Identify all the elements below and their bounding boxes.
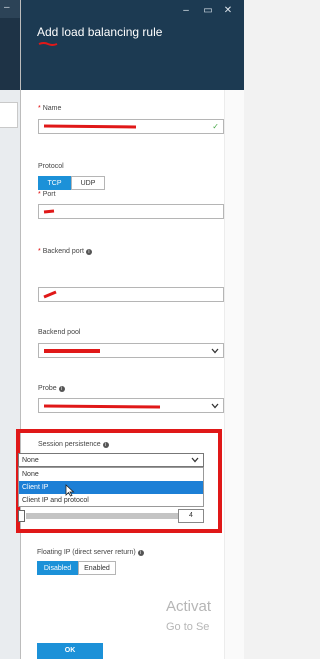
redacted-backend-pool-value (44, 349, 100, 353)
activation-watermark-subtitle: Go to Se (166, 621, 210, 633)
probe-label: Probe i (38, 384, 65, 393)
backend-pool-select[interactable] (38, 343, 224, 358)
maximize-icon[interactable]: ▭ (201, 4, 215, 18)
minimize-icon[interactable]: ‒ (179, 4, 193, 18)
port-label: * Port (38, 191, 56, 198)
backend-port-field[interactable] (38, 287, 224, 302)
option-none[interactable]: None (19, 468, 203, 481)
redacted-name-value (43, 124, 137, 129)
background-blade: ‒ (0, 0, 20, 659)
option-client-ip-and-protocol[interactable]: Client IP and protocol (19, 494, 203, 507)
background-blade-header: ‒ (0, 0, 20, 90)
blade-scrollbar[interactable] (224, 90, 244, 659)
idle-timeout-slider[interactable] (18, 510, 196, 522)
info-icon[interactable]: i (85, 249, 92, 255)
protocol-udp-button[interactable]: UDP (71, 176, 105, 190)
backend-port-label: * Backend port i (38, 247, 92, 256)
info-icon[interactable]: i (58, 386, 65, 392)
session-persistence-select[interactable]: None (18, 453, 204, 467)
idle-timeout-value[interactable]: 4 (178, 509, 204, 523)
session-persistence-selected-value: None (22, 457, 39, 464)
background-blade-panel (0, 102, 18, 128)
chevron-down-icon (211, 403, 219, 409)
protocol-tcp-button[interactable]: TCP (38, 176, 71, 190)
chevron-down-icon (191, 457, 199, 463)
chevron-down-icon (211, 348, 219, 354)
port-field[interactable] (38, 204, 224, 219)
blade-title: Add load balancing rule (37, 25, 163, 39)
redacted-subtitle (38, 42, 58, 46)
ok-button[interactable]: OK (37, 643, 103, 659)
protocol-label: Protocol (38, 163, 64, 170)
session-persistence-options: None Client IP Client IP and protocol (18, 467, 204, 507)
floating-ip-enabled-button[interactable]: Enabled (78, 561, 116, 575)
background-blade-titlebar: ‒ (0, 0, 20, 18)
redacted-port-value (43, 209, 55, 214)
slider-thumb[interactable] (18, 510, 25, 522)
info-icon[interactable]: i (137, 550, 144, 556)
blade-header: ‒ ▭ ✕ Add load balancing rule (21, 0, 244, 90)
activation-watermark-title: Activat (166, 598, 212, 615)
floating-ip-label: Floating IP (direct server return) i (37, 548, 144, 557)
redacted-backend-port-value (43, 290, 57, 299)
option-client-ip[interactable]: Client IP (19, 481, 203, 494)
name-field[interactable]: ✓ (38, 119, 224, 134)
minimize-icon[interactable]: ‒ (4, 3, 14, 13)
valid-check-icon: ✓ (212, 122, 219, 131)
name-label: * Name (38, 105, 62, 112)
backend-pool-label: Backend pool (38, 329, 81, 336)
floating-ip-disabled-button[interactable]: Disabled (37, 561, 78, 575)
close-icon[interactable]: ✕ (221, 4, 235, 18)
slider-track (26, 513, 194, 519)
mouse-cursor-icon (65, 484, 75, 497)
probe-select[interactable] (38, 398, 224, 413)
redacted-probe-value (43, 404, 161, 409)
